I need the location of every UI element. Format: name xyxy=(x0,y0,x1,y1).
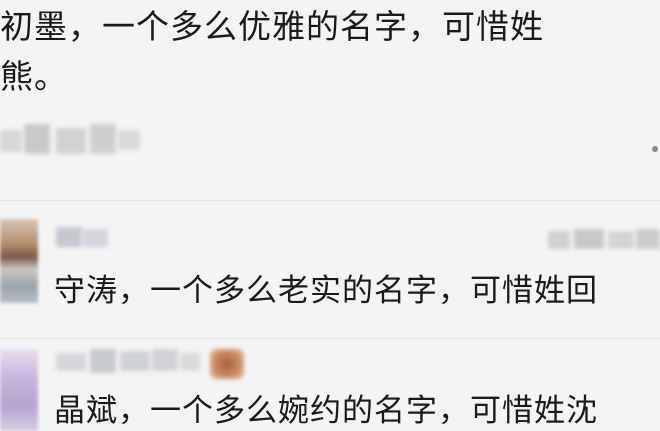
comment-text: 守涛，一个多么老实的名字，可惜姓回 xyxy=(54,273,598,309)
comment-text: 晶斌，一个多么婉约的名字，可惜姓沈 xyxy=(54,393,598,429)
comment-meta-blurred xyxy=(548,229,660,249)
post-meta-blurred xyxy=(0,120,660,164)
avatar[interactable] xyxy=(0,349,38,431)
comment-item: 晶斌，一个多么婉约的名字，可惜姓沈 xyxy=(0,338,660,431)
commenter-name-blurred[interactable] xyxy=(56,227,108,247)
more-dots-icon[interactable] xyxy=(652,146,658,152)
emoji-badge xyxy=(210,349,244,379)
post-text: 初墨，一个多么优雅的名字，可惜姓 熊。 xyxy=(0,7,544,96)
avatar[interactable] xyxy=(0,219,38,303)
comment-item: 守涛，一个多么老实的名字，可惜姓回 xyxy=(0,200,660,341)
